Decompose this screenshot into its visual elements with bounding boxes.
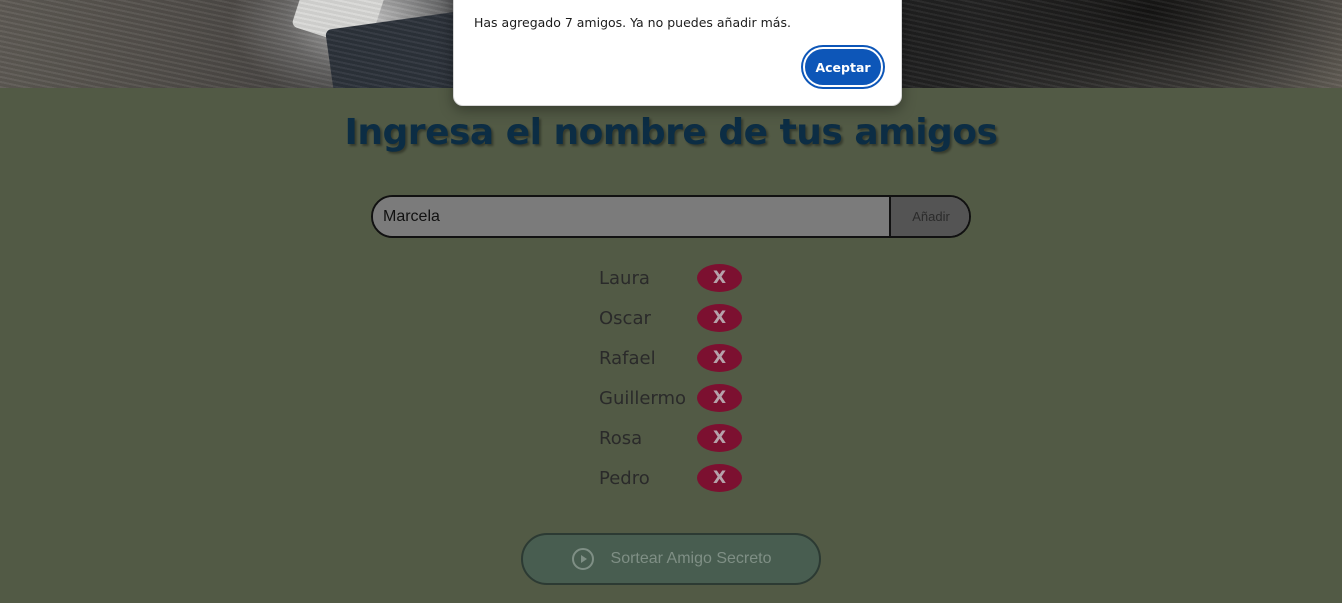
alert-dialog: Has agregado 7 amigos. Ya no puedes añad… [453, 0, 902, 106]
dialog-message: Has agregado 7 amigos. Ya no puedes añad… [474, 15, 791, 30]
accept-button[interactable]: Aceptar [803, 47, 883, 87]
